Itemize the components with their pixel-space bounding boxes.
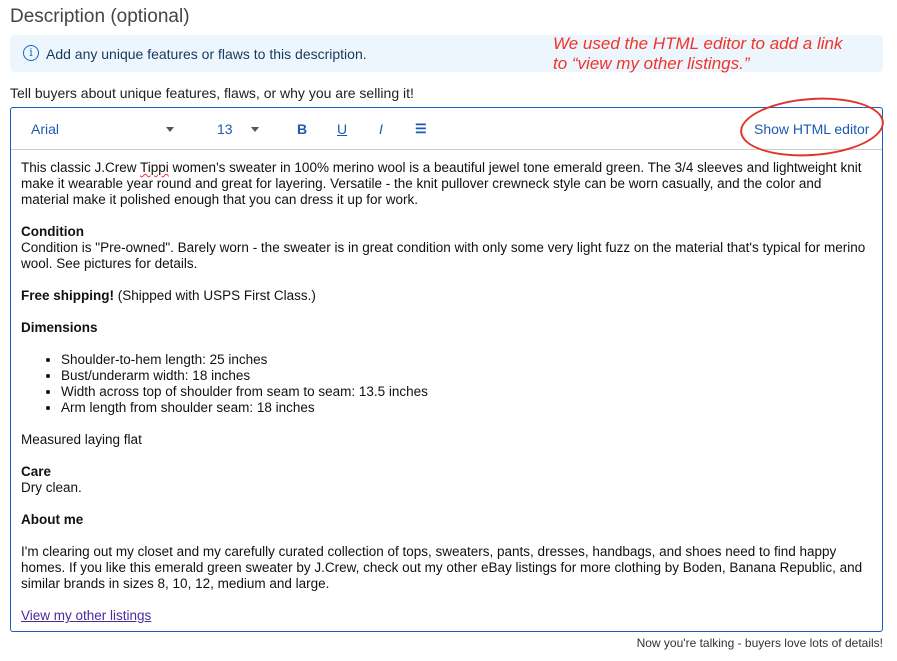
section-title: Description (optional) [10,6,190,27]
list-item: Width across top of shoulder from seam t… [61,384,872,400]
info-icon: i [23,45,39,61]
list-icon[interactable]: ☰ [415,121,427,137]
care-section: Care Dry clean. [21,464,82,495]
footer-message: Now you're talking - buyers love lots of… [636,636,883,650]
chevron-down-icon[interactable] [166,127,174,132]
other-listings-link[interactable]: View my other listings [21,608,151,623]
font-select[interactable]: Arial [31,121,59,137]
intro-paragraph: This classic J.Crew Tippi women's sweate… [21,160,862,207]
font-size-select[interactable]: 13 [217,121,233,137]
about-heading: About me [21,512,84,527]
editor-content[interactable]: This classic J.Crew Tippi women's sweate… [11,150,882,650]
italic-button[interactable]: I [379,121,383,137]
condition-section: Condition Condition is "Pre-owned". Barel… [21,224,866,271]
shipping-line: Free shipping! (Shipped with USPS First … [21,288,316,303]
list-item: Bust/underarm width: 18 inches [61,368,872,384]
annotation-note: We used the HTML editor to add a link to… [553,34,843,73]
info-text: Add any unique features or flaws to this… [46,46,367,62]
dimensions-heading: Dimensions [21,320,98,335]
list-item: Shoulder-to-hem length: 25 inches [61,352,872,368]
chevron-down-icon[interactable] [251,127,259,132]
hint-text: Tell buyers about unique features, flaws… [10,85,414,101]
underline-button[interactable]: U [337,121,347,137]
measured-note: Measured laying flat [21,432,142,447]
dimensions-list: Shoulder-to-hem length: 25 inches Bust/u… [21,352,872,416]
description-editor[interactable]: Arial 13 B U I ☰ Show HTML editor This c… [10,107,883,632]
list-item: Arm length from shoulder seam: 18 inches [61,400,872,416]
bold-button[interactable]: B [297,121,307,137]
about-paragraph: I'm clearing out my closet and my carefu… [21,544,863,591]
